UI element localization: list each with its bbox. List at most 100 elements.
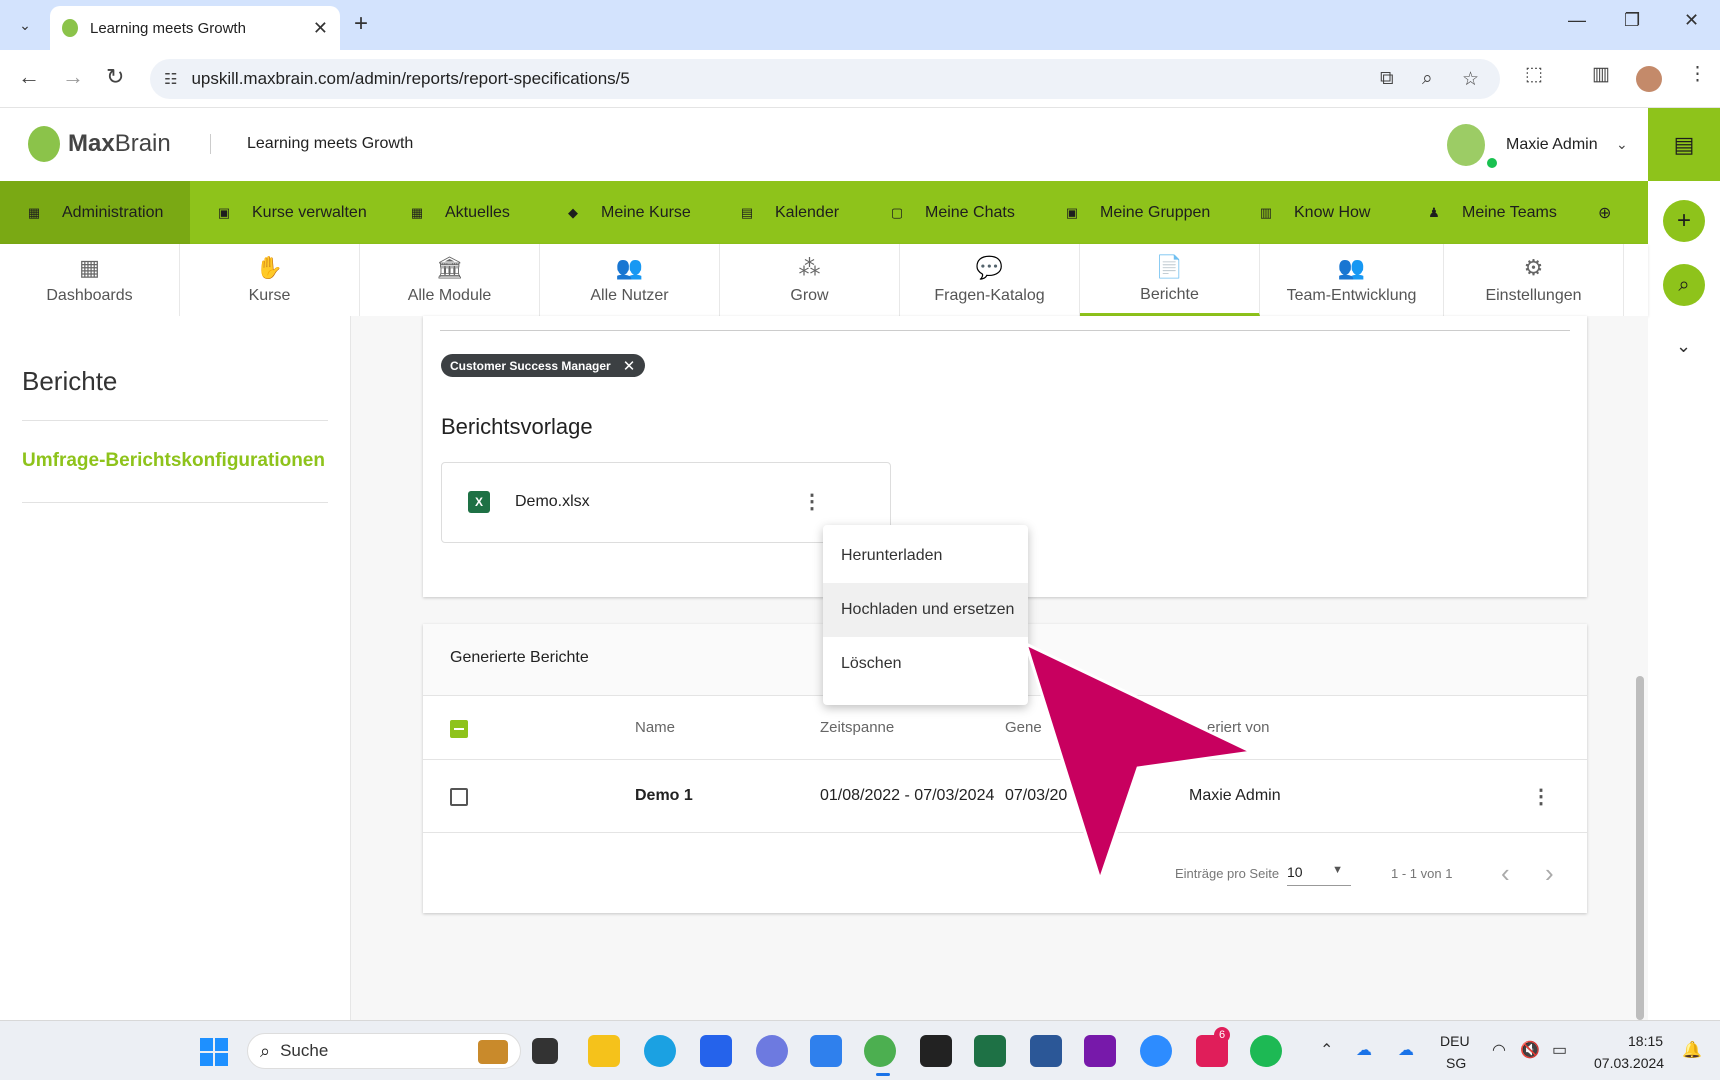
- tab-alle-module[interactable]: 🏛 Alle Module: [360, 244, 540, 316]
- new-tab-button[interactable]: +: [354, 10, 368, 38]
- taskbar-search[interactable]: ⌕ Suche: [247, 1033, 521, 1069]
- tab-close-icon[interactable]: ✕: [313, 18, 328, 39]
- nav-label: Meine Kurse: [601, 203, 691, 221]
- header-tagline: Learning meets Growth: [247, 135, 414, 152]
- onedrive-secondary-icon[interactable]: ☁: [1398, 1040, 1414, 1060]
- active-app-indicator: [876, 1073, 890, 1076]
- nav-item-meine-chats[interactable]: ▢ Meine Chats: [863, 181, 1038, 244]
- side-panel-icon[interactable]: ▥: [1592, 63, 1610, 86]
- nav-item-kalender[interactable]: ▤ Kalender: [713, 181, 863, 244]
- tab-alle-nutzer[interactable]: 👥 Alle Nutzer: [540, 244, 720, 316]
- chat-button[interactable]: ▤: [1648, 108, 1720, 181]
- nav-item-meine-teams[interactable]: ♟ Meine Teams: [1400, 181, 1576, 244]
- zoom-icon[interactable]: [1140, 1035, 1172, 1067]
- user-avatar[interactable]: [1447, 124, 1485, 166]
- chip-remove-icon[interactable]: ✕: [623, 357, 636, 375]
- add-button[interactable]: +: [1663, 200, 1705, 242]
- browser-tab[interactable]: Learning meets Growth ✕: [50, 6, 340, 50]
- input-language[interactable]: DEU: [1440, 1033, 1470, 1049]
- nav-item-aktuelles[interactable]: ▦ Aktuelles: [383, 181, 539, 244]
- nav-item-kurse-verwalten[interactable]: ▣ Kurse verwalten: [190, 181, 383, 244]
- tab-dashboards[interactable]: ▦ Dashboards: [0, 244, 180, 316]
- minimize-icon[interactable]: —: [1568, 10, 1586, 31]
- onenote-icon[interactable]: [1084, 1035, 1116, 1067]
- column-header-name[interactable]: Name: [635, 719, 675, 736]
- speaker-muted-icon[interactable]: 🔇: [1520, 1040, 1540, 1060]
- reload-icon[interactable]: ↻: [106, 64, 124, 90]
- column-header-period[interactable]: Zeitspanne: [820, 719, 894, 736]
- next-page-icon[interactable]: ›: [1545, 858, 1554, 889]
- battery-icon[interactable]: ▭: [1552, 1040, 1567, 1060]
- store-icon[interactable]: [700, 1035, 732, 1067]
- file-more-options-icon[interactable]: ⋮: [802, 489, 822, 514]
- nav-item-know-how[interactable]: ▥ Know How: [1232, 181, 1400, 244]
- row-checkbox[interactable]: [450, 788, 468, 806]
- tab-einstellungen[interactable]: ⚙ Einstellungen: [1444, 244, 1624, 316]
- nav-label: Aktuelles: [445, 203, 510, 221]
- menu-item-download[interactable]: Herunterladen: [823, 529, 1028, 583]
- back-icon[interactable]: ←: [18, 64, 40, 90]
- row-name[interactable]: Demo 1: [635, 787, 693, 805]
- bookmark-star-icon[interactable]: ☆: [1462, 68, 1479, 91]
- menu-item-delete[interactable]: Löschen: [823, 637, 1028, 691]
- nav-item-meine-gruppen[interactable]: ▣ Meine Gruppen: [1038, 181, 1232, 244]
- search-button[interactable]: ⌕: [1663, 264, 1705, 306]
- onedrive-icon[interactable]: ☁: [1356, 1040, 1372, 1060]
- nav-item-meine-kurse[interactable]: ◆ Meine Kurse: [539, 181, 713, 244]
- profile-avatar[interactable]: [1636, 66, 1662, 92]
- word-icon[interactable]: [1030, 1035, 1062, 1067]
- translate-icon[interactable]: ⧉: [1380, 68, 1394, 90]
- todo-icon[interactable]: [810, 1035, 842, 1067]
- page-scrollbar[interactable]: [1636, 676, 1644, 1020]
- nav-item-administration[interactable]: ▦ Administration: [0, 181, 190, 244]
- tab-kurse[interactable]: ✋ Kurse: [180, 244, 360, 316]
- chrome-menu-icon[interactable]: ⋮: [1688, 63, 1707, 86]
- clock-time[interactable]: 18:15: [1628, 1033, 1663, 1049]
- file-options-menu: Herunterladen Hochladen und ersetzen Lös…: [823, 525, 1028, 705]
- restore-icon[interactable]: ❐: [1624, 10, 1640, 31]
- role-filter-chip[interactable]: Customer Success Manager ✕: [441, 354, 646, 377]
- windows-start-icon[interactable]: [200, 1038, 228, 1066]
- excel-icon[interactable]: [974, 1035, 1006, 1067]
- wifi-icon[interactable]: ◠: [1492, 1040, 1506, 1060]
- affinity-icon[interactable]: [756, 1035, 788, 1067]
- rail-expand-chevron-icon[interactable]: ⌄: [1676, 336, 1691, 357]
- notification-bell-icon[interactable]: 🔔: [1682, 1040, 1702, 1060]
- slack-notification-badge: 6: [1214, 1027, 1230, 1043]
- input-region[interactable]: SG: [1446, 1055, 1466, 1071]
- spotify-icon[interactable]: [1250, 1035, 1282, 1067]
- previous-page-icon[interactable]: ‹: [1501, 858, 1510, 889]
- tab-berichte[interactable]: 📄 Berichte: [1080, 244, 1260, 316]
- per-page-select[interactable]: 10 ▼: [1287, 864, 1351, 886]
- forward-icon[interactable]: →: [62, 64, 84, 90]
- user-menu-chevron-icon[interactable]: ⌄: [1616, 136, 1628, 153]
- tab-label: Fragen-Katalog: [934, 287, 1045, 304]
- edge-icon[interactable]: [644, 1035, 676, 1067]
- nav-label: Know How: [1294, 203, 1371, 221]
- tab-search-chevron-icon[interactable]: ⌄: [8, 8, 42, 42]
- annotation-arrow: [1023, 641, 1258, 885]
- tab-team-entwicklung[interactable]: 👥 Team-Entwicklung: [1260, 244, 1444, 316]
- zoom-icon[interactable]: ⌕: [1422, 68, 1433, 90]
- user-name[interactable]: Maxie Admin: [1506, 136, 1598, 154]
- maxbrain-logo[interactable]: MaxBrain: [28, 126, 171, 162]
- tab-fragen-katalog[interactable]: 💬 Fragen-Katalog: [900, 244, 1080, 316]
- chrome-icon[interactable]: [864, 1035, 896, 1067]
- select-all-checkbox[interactable]: [450, 720, 468, 738]
- close-window-icon[interactable]: ✕: [1684, 10, 1699, 31]
- task-view-icon[interactable]: [532, 1038, 558, 1064]
- menu-item-upload-replace[interactable]: Hochladen und ersetzen: [823, 583, 1028, 637]
- tray-overflow-icon[interactable]: ⌃: [1320, 1040, 1333, 1060]
- site-info-icon[interactable]: ☷: [164, 70, 177, 88]
- tab-grow[interactable]: ⁂ Grow: [720, 244, 900, 316]
- address-bar[interactable]: ☷ upskill.maxbrain.com/admin/reports/rep…: [150, 59, 1500, 99]
- figma-icon[interactable]: [920, 1035, 952, 1067]
- clock-date[interactable]: 07.03.2024: [1594, 1055, 1664, 1071]
- survey-report-config-link[interactable]: Umfrage-Berichtskonfigurationen: [22, 450, 325, 472]
- nav-more-button[interactable]: ⊕: [1576, 181, 1636, 244]
- extensions-icon[interactable]: ⬚: [1525, 63, 1543, 86]
- tab-label: Berichte: [1140, 285, 1199, 303]
- file-explorer-icon[interactable]: [588, 1035, 620, 1067]
- row-more-options-icon[interactable]: ⋮: [1531, 784, 1551, 809]
- group-folder-icon: ▣: [1065, 204, 1079, 220]
